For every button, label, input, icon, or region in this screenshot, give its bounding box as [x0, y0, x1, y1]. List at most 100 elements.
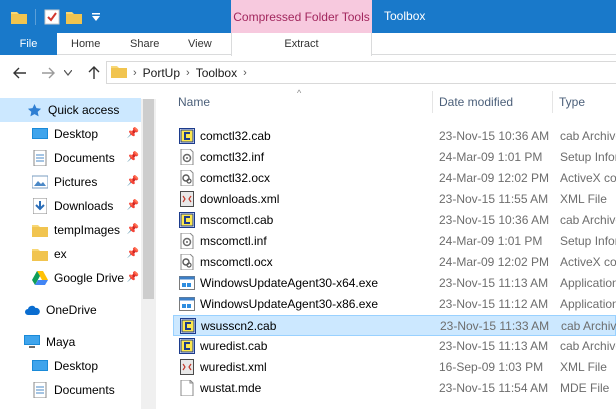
file-name[interactable]: comctl32.cab: [200, 129, 271, 143]
nav-item-tempimages[interactable]: tempImages 📌: [0, 218, 141, 242]
folder-icon: [111, 64, 127, 81]
file-date-modified: 23-Nov-15 11:55 AM: [439, 192, 549, 206]
documents-icon: [32, 150, 48, 166]
nav-scrollbar[interactable]: [141, 99, 156, 409]
nav-item-quick-access[interactable]: Quick access: [0, 98, 141, 122]
file-date-modified: 23-Nov-15 10:36 AM: [439, 129, 549, 143]
nav-scrollbar-thumb[interactable]: [143, 99, 154, 299]
file-date-modified: 24-Mar-09 12:02 PM: [439, 255, 549, 269]
file-row[interactable]: WindowsUpdateAgent30-x64.exe 23-Nov-15 11…: [173, 273, 616, 294]
nav-item-label: Desktop: [54, 359, 99, 373]
breadcrumb-portup[interactable]: PortUp: [143, 66, 180, 80]
nav-item-google-drive[interactable]: Google Drive 📌: [0, 266, 141, 290]
nav-item-desktop[interactable]: Desktop 📌: [0, 122, 141, 146]
file-row[interactable]: mscomctl.ocx 24-Mar-09 12:02 PM ActiveX co…: [173, 252, 616, 273]
recent-locations-icon[interactable]: [62, 63, 74, 83]
breadcrumb-separator[interactable]: ›: [243, 67, 247, 79]
column-header-name[interactable]: Name: [178, 89, 210, 115]
file-name[interactable]: mscomctl.cab: [200, 213, 273, 227]
address-bar[interactable]: › PortUp › Toolbox ›: [106, 61, 616, 84]
breadcrumb-separator[interactable]: ›: [186, 67, 190, 79]
file-name[interactable]: wsusscn2.cab: [201, 319, 276, 333]
file-list: Name Date modified Type comctl32.cab 23-N…: [170, 89, 616, 409]
column-divider[interactable]: [552, 91, 553, 113]
file-name[interactable]: wuredist.xml: [200, 360, 267, 374]
file-row[interactable]: WindowsUpdateAgent30-x86.exe 23-Nov-15 11…: [173, 294, 616, 315]
nav-item-label: Documents: [54, 151, 115, 165]
file-name[interactable]: comctl32.ocx: [200, 171, 270, 185]
column-divider[interactable]: [432, 91, 433, 113]
file-row[interactable]: mscomctl.cab 23-Nov-15 10:36 AM cab Archiv…: [173, 210, 616, 231]
cab-icon: [179, 212, 195, 228]
file-row[interactable]: downloads.xml 23-Nov-15 11:55 AM XML File: [173, 189, 616, 210]
column-header-type[interactable]: Type: [559, 89, 585, 115]
nav-item-pictures[interactable]: Pictures 📌: [0, 170, 141, 194]
pin-icon[interactable]: 📌: [127, 272, 139, 283]
nav-item-onedrive[interactable]: OneDrive: [0, 298, 141, 322]
file-name[interactable]: wuredist.cab: [200, 339, 267, 353]
nav-item-label: Quick access: [48, 103, 120, 117]
breadcrumb-separator[interactable]: ›: [133, 67, 137, 79]
file-row[interactable]: wuredist.cab 23-Nov-15 11:13 AM cab Archiv…: [173, 336, 616, 357]
file-name[interactable]: mscomctl.inf: [200, 234, 267, 248]
back-arrow-icon[interactable]: [10, 63, 30, 83]
file-name[interactable]: WindowsUpdateAgent30-x64.exe: [200, 276, 378, 290]
file-type: Setup Information: [560, 150, 616, 164]
nav-item-maya[interactable]: Maya: [0, 330, 141, 354]
file-row[interactable]: comctl32.cab 23-Nov-15 10:36 AM cab Archiv…: [173, 126, 616, 147]
tab-home[interactable]: Home: [71, 33, 100, 55]
file-type: Application: [560, 297, 616, 311]
pictures-icon: [32, 174, 48, 190]
nav-item-documents-2[interactable]: Documents: [0, 378, 141, 402]
pin-icon[interactable]: 📌: [127, 200, 139, 211]
cab-icon: [179, 338, 195, 354]
file-row[interactable]: wustat.mde 23-Nov-15 11:54 AM MDE File: [173, 378, 616, 399]
breadcrumb-toolbox[interactable]: Toolbox: [196, 66, 237, 80]
pin-icon[interactable]: 📌: [127, 152, 139, 163]
column-header-date-modified[interactable]: Date modified: [439, 89, 513, 115]
file-name[interactable]: WindowsUpdateAgent30-x86.exe: [200, 297, 378, 311]
quick-access-toolbar: [0, 0, 105, 33]
nav-item-downloads[interactable]: Downloads 📌: [0, 194, 141, 218]
inf-icon: [179, 232, 195, 250]
ribbon-tabs: File Home Share View Extract: [0, 33, 616, 56]
file-type: Application: [560, 276, 616, 290]
desktop-icon: [32, 358, 48, 374]
nav-item-ex[interactable]: ex 📌: [0, 242, 141, 266]
file-name[interactable]: wustat.mde: [200, 381, 261, 395]
downloads-icon: [32, 198, 48, 214]
tab-file[interactable]: File: [0, 33, 57, 55]
file-row[interactable]: comctl32.inf 24-Mar-09 1:01 PM Setup Infor…: [173, 147, 616, 168]
folder-icon[interactable]: [10, 8, 28, 26]
file-name[interactable]: comctl32.inf: [200, 150, 264, 164]
tab-extract[interactable]: Extract: [231, 33, 372, 56]
documents-icon: [32, 382, 48, 398]
pin-icon[interactable]: 📌: [127, 128, 139, 139]
pin-icon[interactable]: 📌: [127, 248, 139, 259]
file-row[interactable]: mscomctl.inf 24-Mar-09 1:01 PM Setup Infor…: [173, 231, 616, 252]
properties-icon[interactable]: [43, 8, 61, 26]
file-type: cab Archive: [560, 213, 616, 227]
nav-item-documents[interactable]: Documents 📌: [0, 146, 141, 170]
customize-toolbar-icon[interactable]: [87, 8, 105, 26]
window-title: Toolbox: [384, 9, 426, 23]
nav-item-label: ex: [54, 247, 67, 261]
file-row[interactable]: comctl32.ocx 24-Mar-09 12:02 PM ActiveX co…: [173, 168, 616, 189]
file-date-modified: 24-Mar-09 1:01 PM: [439, 234, 543, 248]
file-name[interactable]: downloads.xml: [200, 192, 279, 206]
new-folder-icon[interactable]: [65, 8, 83, 26]
desktop-icon: [32, 126, 48, 142]
forward-arrow-icon[interactable]: [38, 63, 58, 83]
pin-icon[interactable]: 📌: [127, 176, 139, 187]
google-drive-icon: [32, 270, 48, 286]
up-arrow-icon[interactable]: [84, 63, 104, 83]
file-row[interactable]: wuredist.xml 16-Sep-09 1:03 PM XML File: [173, 357, 616, 378]
pin-icon[interactable]: 📌: [127, 224, 139, 235]
ocx-icon: [179, 169, 195, 187]
file-name[interactable]: mscomctl.ocx: [200, 255, 273, 269]
tab-share[interactable]: Share: [130, 33, 159, 55]
nav-item-label: Pictures: [54, 175, 98, 189]
file-row[interactable]: wsusscn2.cab 23-Nov-15 11:33 AM cab Archiv…: [173, 315, 616, 336]
tab-view[interactable]: View: [188, 33, 212, 55]
nav-item-desktop-2[interactable]: Desktop: [0, 354, 141, 378]
